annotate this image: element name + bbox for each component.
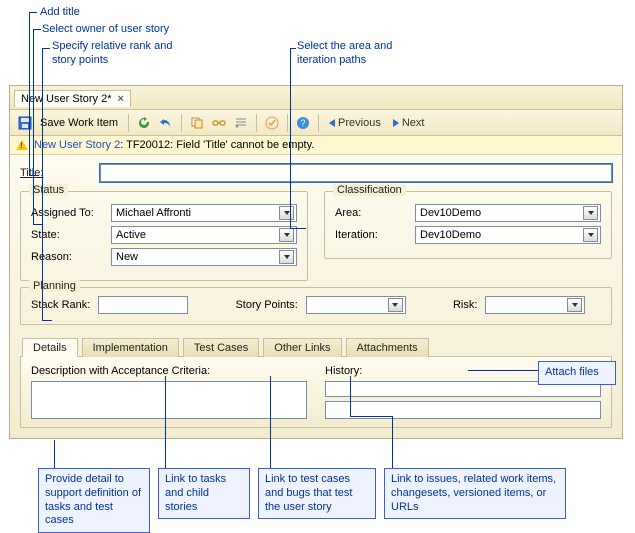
arrow-left-icon bbox=[329, 119, 335, 127]
undo-icon[interactable] bbox=[157, 114, 175, 132]
reason-label: Reason: bbox=[31, 251, 111, 263]
svg-text:?: ? bbox=[301, 118, 306, 128]
tab-test-cases[interactable]: Test Cases bbox=[183, 338, 259, 357]
area-value: Dev10Demo bbox=[420, 207, 481, 219]
description-textarea[interactable] bbox=[31, 381, 307, 419]
chevron-down-icon bbox=[279, 250, 294, 264]
reason-value: New bbox=[116, 251, 138, 263]
title-label: Title: bbox=[20, 167, 100, 179]
assigned-to-select[interactable]: Michael Affronti bbox=[111, 204, 297, 222]
form-area: Title: Status Assigned To: Michael Affro… bbox=[10, 155, 622, 438]
refresh-icon[interactable] bbox=[135, 114, 153, 132]
chevron-down-icon bbox=[567, 298, 582, 312]
next-label: Next bbox=[402, 117, 425, 129]
state-label: State: bbox=[31, 229, 111, 241]
link-icon[interactable] bbox=[210, 114, 228, 132]
toolbar-separator bbox=[318, 114, 319, 132]
title-input[interactable] bbox=[100, 164, 612, 182]
stack-rank-label: Stack Rank: bbox=[31, 299, 90, 311]
callout-rank-points: Specify relative rank and story points bbox=[52, 40, 172, 68]
story-points-select[interactable] bbox=[306, 296, 406, 314]
toolbar-separator bbox=[128, 114, 129, 132]
chevron-down-icon bbox=[279, 206, 294, 220]
area-select[interactable]: Dev10Demo bbox=[415, 204, 601, 222]
tab-details[interactable]: Details bbox=[22, 338, 78, 357]
chevron-down-icon bbox=[583, 206, 598, 220]
status-legend: Status bbox=[29, 184, 68, 196]
previous-label: Previous bbox=[338, 117, 381, 129]
stack-rank-input[interactable] bbox=[98, 296, 188, 314]
error-message: : TF20012: Field 'Title' cannot be empty… bbox=[120, 139, 314, 151]
assigned-to-value: Michael Affronti bbox=[116, 207, 191, 219]
iteration-select[interactable]: Dev10Demo bbox=[415, 226, 601, 244]
callout-area-iter: Select the area and iteration paths bbox=[297, 40, 392, 68]
risk-select[interactable] bbox=[485, 296, 585, 314]
error-item-link[interactable]: New User Story 2 bbox=[34, 139, 120, 151]
story-points-label: Story Points: bbox=[235, 299, 297, 311]
copy-icon[interactable] bbox=[188, 114, 206, 132]
description-label: Description with Acceptance Criteria: bbox=[31, 365, 307, 377]
status-group: Status Assigned To: Michael Affronti Sta… bbox=[20, 191, 308, 281]
toolbar-separator bbox=[287, 114, 288, 132]
save-icon[interactable] bbox=[16, 114, 34, 132]
callout-details-desc: Provide detail to support definition of … bbox=[38, 468, 150, 533]
toolbar-separator bbox=[256, 114, 257, 132]
warning-icon bbox=[16, 140, 28, 150]
classification-legend: Classification bbox=[333, 184, 406, 196]
arrow-right-icon bbox=[393, 119, 399, 127]
area-label: Area: bbox=[335, 207, 415, 219]
toolbar: Save Work Item ? Previous bbox=[10, 110, 622, 136]
check-icon[interactable] bbox=[263, 114, 281, 132]
chevron-down-icon bbox=[279, 228, 294, 242]
validation-bar: New User Story 2: TF20012: Field 'Title'… bbox=[10, 136, 622, 155]
document-tabstrip: New User Story 2* × bbox=[10, 86, 622, 110]
previous-button[interactable]: Previous bbox=[325, 117, 385, 129]
tab-implementation[interactable]: Implementation bbox=[82, 338, 179, 357]
reason-select[interactable]: New bbox=[111, 248, 297, 266]
callout-other-links-desc: Link to issues, related work items, chan… bbox=[384, 468, 566, 519]
chevron-down-icon bbox=[388, 298, 403, 312]
details-panel: Description with Acceptance Criteria: Hi… bbox=[20, 357, 612, 428]
callout-test-cases-desc: Link to test cases and bugs that test th… bbox=[258, 468, 376, 519]
state-select[interactable]: Active bbox=[111, 226, 297, 244]
chevron-down-icon bbox=[583, 228, 598, 242]
assigned-to-label: Assigned To: bbox=[31, 207, 111, 219]
planning-group: Planning Stack Rank: Story Points: Risk: bbox=[20, 287, 612, 325]
detail-tabstrip: Details Implementation Test Cases Other … bbox=[20, 337, 612, 357]
callout-select-owner: Select owner of user story bbox=[42, 23, 169, 37]
risk-label: Risk: bbox=[453, 299, 477, 311]
work-item-editor: New User Story 2* × Save Work Item bbox=[9, 85, 623, 439]
next-button[interactable]: Next bbox=[389, 117, 429, 129]
callout-add-title: Add title bbox=[40, 6, 80, 20]
callout-implementation-desc: Link to tasks and child stories bbox=[158, 468, 250, 519]
close-icon[interactable]: × bbox=[117, 93, 123, 105]
save-button[interactable]: Save Work Item bbox=[40, 117, 118, 129]
document-tab[interactable]: New User Story 2* × bbox=[14, 90, 131, 107]
tab-attachments[interactable]: Attachments bbox=[346, 338, 429, 357]
callout-attach-files: Attach files bbox=[538, 361, 616, 385]
tab-other-links[interactable]: Other Links bbox=[263, 338, 341, 357]
outdent-icon[interactable] bbox=[232, 114, 250, 132]
planning-legend: Planning bbox=[29, 280, 80, 292]
toolbar-separator bbox=[181, 114, 182, 132]
state-value: Active bbox=[116, 229, 146, 241]
document-tab-title: New User Story 2* bbox=[21, 93, 111, 105]
iteration-label: Iteration: bbox=[335, 229, 415, 241]
help-icon[interactable]: ? bbox=[294, 114, 312, 132]
iteration-value: Dev10Demo bbox=[420, 229, 481, 241]
classification-group: Classification Area: Dev10Demo Iteration… bbox=[324, 191, 612, 259]
